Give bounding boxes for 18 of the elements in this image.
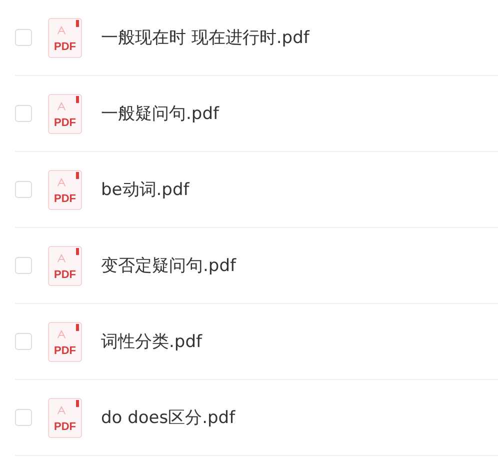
file-type-label: PDF <box>53 268 77 280</box>
checkbox[interactable] <box>15 181 32 198</box>
file-type-label: PDF <box>53 116 77 128</box>
file-name[interactable]: do does区分.pdf <box>101 406 236 429</box>
file-type-label: PDF <box>53 344 77 356</box>
file-name[interactable]: be动词.pdf <box>101 178 190 201</box>
checkbox[interactable] <box>15 105 32 122</box>
checkbox[interactable] <box>15 333 32 350</box>
file-type-label: PDF <box>53 192 77 204</box>
file-type-label: PDF <box>53 420 77 432</box>
checkbox[interactable] <box>15 29 32 46</box>
file-name[interactable]: 词性分类.pdf <box>101 330 202 353</box>
checkbox[interactable] <box>15 409 32 426</box>
file-name[interactable]: 一般现在时 现在进行时.pdf <box>101 26 310 49</box>
file-type-label: PDF <box>53 40 77 52</box>
file-name[interactable]: 变否定疑问句.pdf <box>101 254 236 277</box>
file-name[interactable]: 一般疑问句.pdf <box>101 102 219 125</box>
checkbox[interactable] <box>15 257 32 274</box>
